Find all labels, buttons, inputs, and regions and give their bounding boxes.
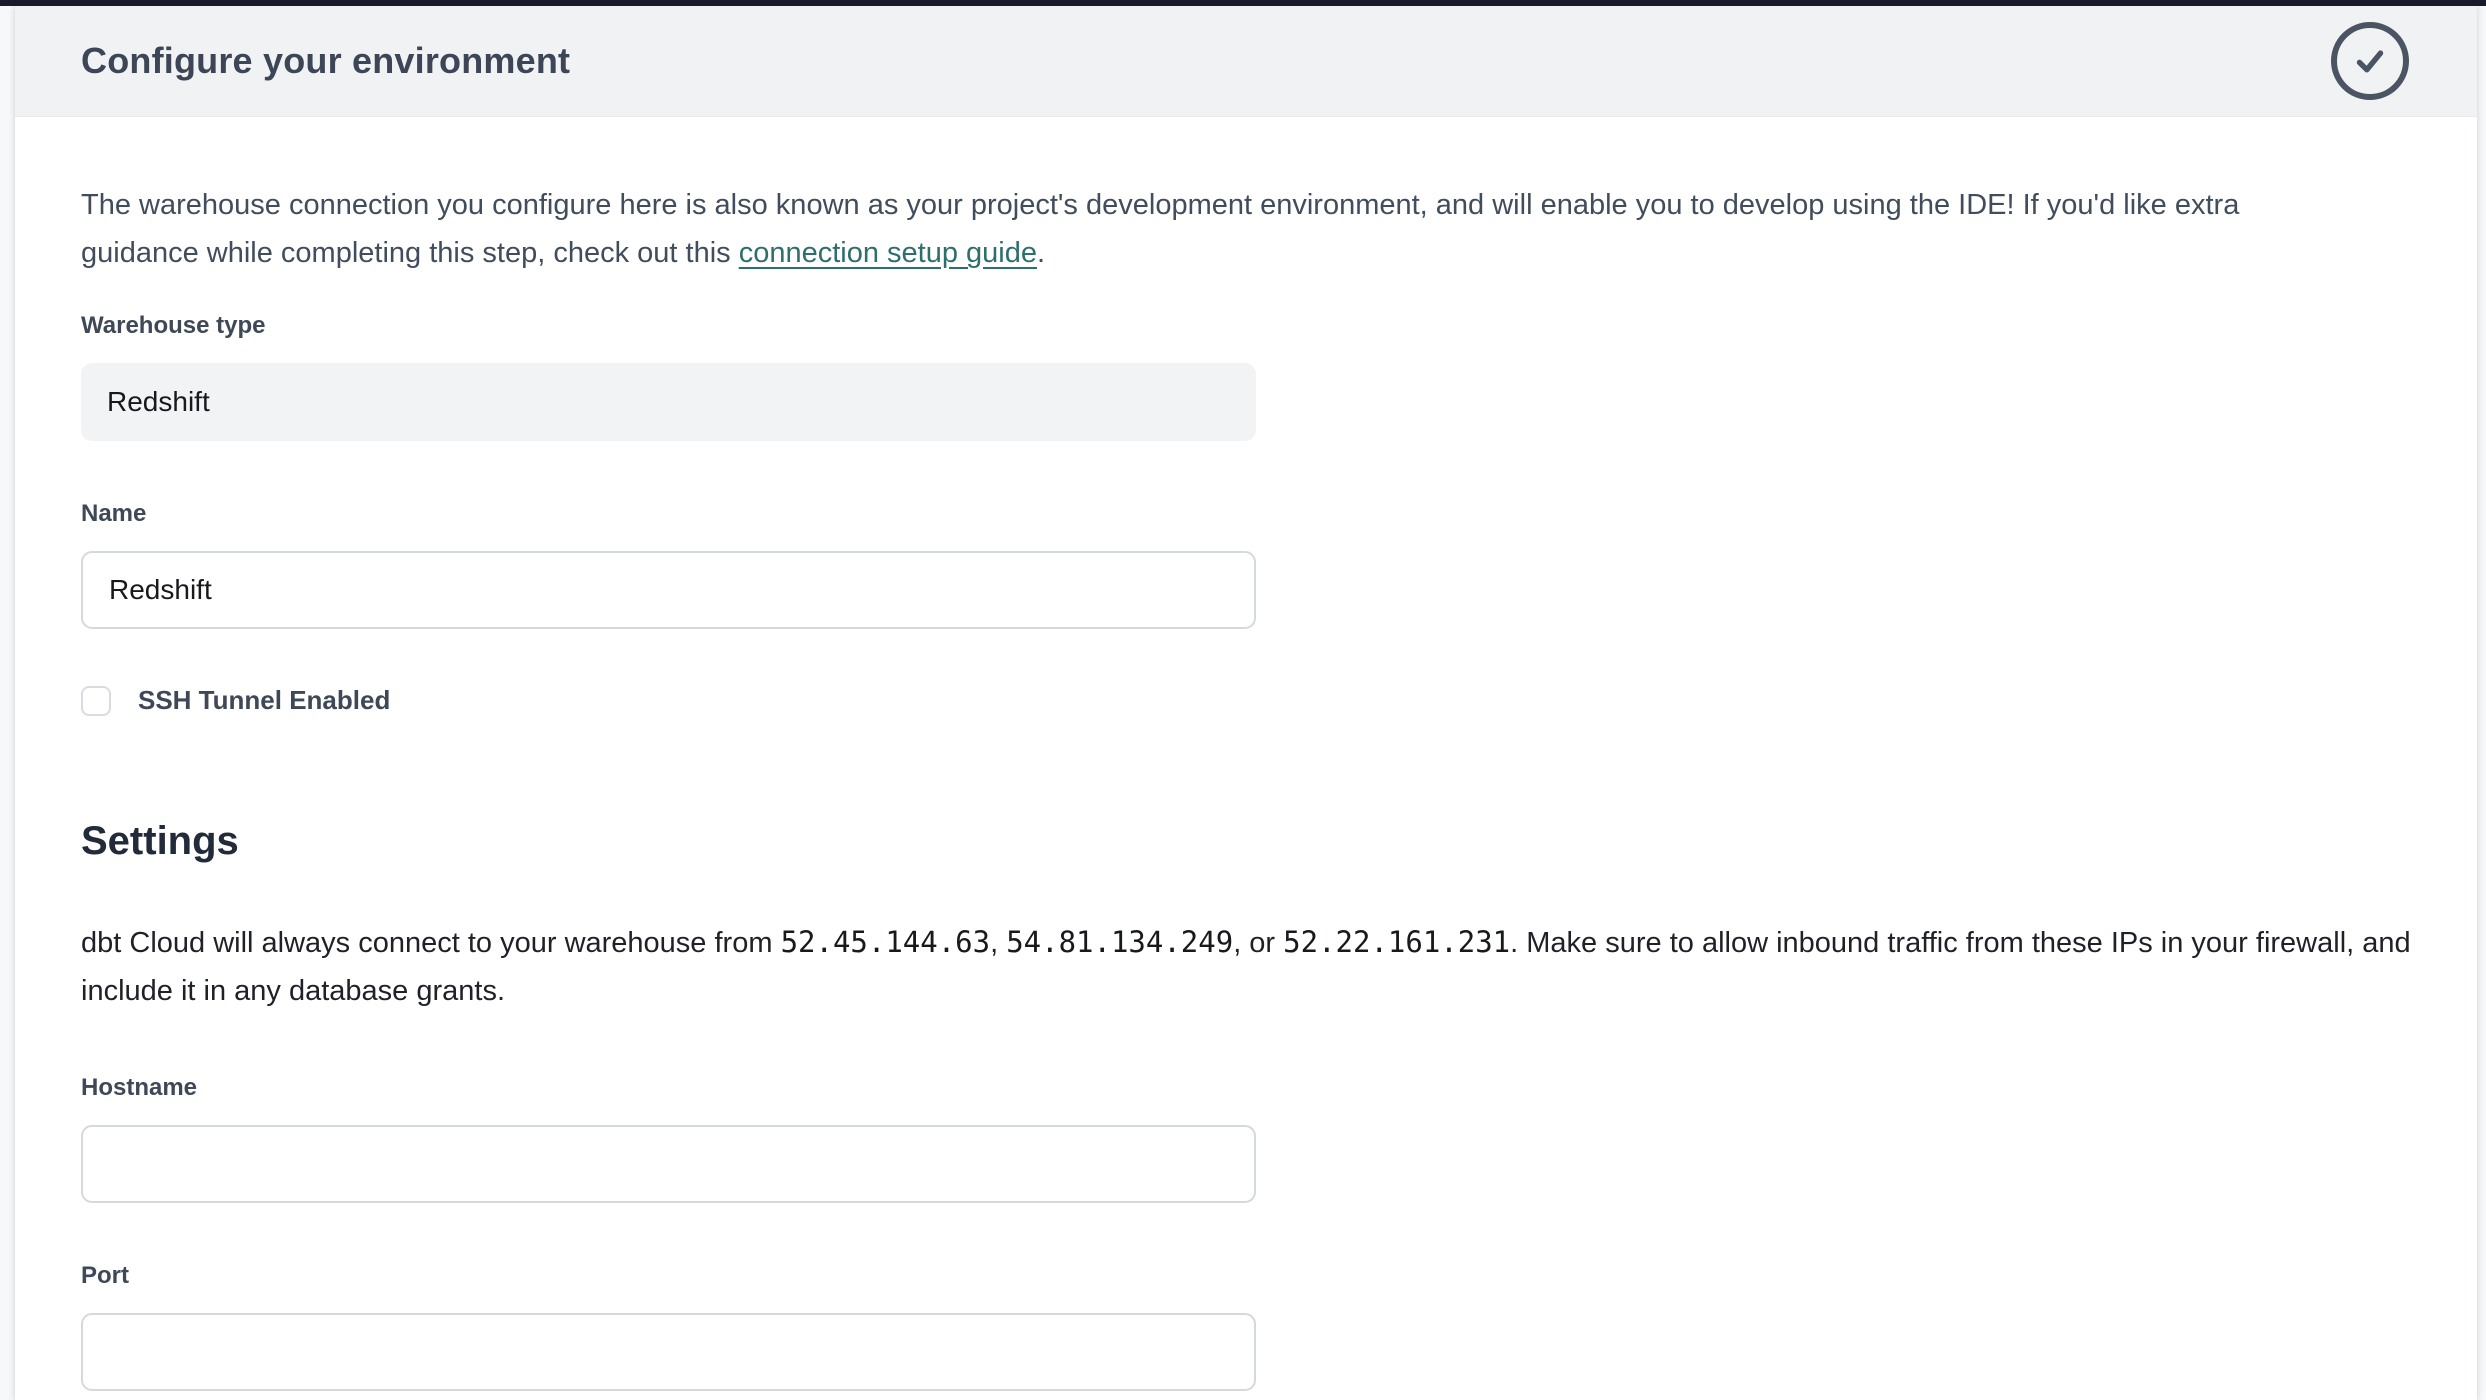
settings-desc-separator: , or [1233, 927, 1283, 959]
port-group: Port [81, 1261, 1256, 1391]
intro-paragraph: The warehouse connection you configure h… [81, 181, 2351, 277]
settings-heading: Settings [81, 816, 2477, 866]
ip-address-1: 52.45.144.63 [781, 925, 991, 959]
warehouse-type-group: Warehouse type [81, 311, 1256, 441]
ip-address-2: 54.81.134.249 [1006, 925, 1233, 959]
hostname-input[interactable] [81, 1125, 1256, 1203]
page-title: Configure your environment [81, 40, 570, 82]
warehouse-type-field [81, 363, 1256, 441]
ssh-tunnel-checkbox[interactable] [81, 686, 111, 716]
settings-desc-text: dbt Cloud will always connect to your wa… [81, 927, 781, 959]
port-label: Port [81, 1261, 1256, 1291]
intro-text-end: . [1037, 237, 1045, 269]
top-app-bar [0, 0, 2486, 6]
configure-environment-panel: Configure your environment The warehouse… [15, 6, 2477, 1400]
ip-address-3: 52.22.161.231 [1283, 925, 1510, 959]
connection-setup-guide-link[interactable]: connection setup guide [739, 237, 1037, 269]
settings-desc-separator: , [990, 927, 1006, 959]
name-input[interactable] [81, 551, 1256, 629]
name-label: Name [81, 499, 1256, 529]
warehouse-type-label: Warehouse type [81, 311, 1256, 341]
check-circle-icon [2331, 22, 2409, 100]
panel-header: Configure your environment [15, 6, 2477, 117]
settings-description: dbt Cloud will always connect to your wa… [81, 918, 2411, 1015]
ssh-tunnel-row[interactable]: SSH Tunnel Enabled [81, 685, 390, 716]
name-group: Name [81, 499, 1256, 629]
hostname-group: Hostname [81, 1073, 1256, 1203]
port-input[interactable] [81, 1313, 1256, 1391]
intro-text: The warehouse connection you configure h… [81, 189, 2239, 269]
panel-content: The warehouse connection you configure h… [15, 117, 2477, 1391]
ssh-tunnel-label: SSH Tunnel Enabled [138, 685, 390, 716]
hostname-label: Hostname [81, 1073, 1256, 1103]
